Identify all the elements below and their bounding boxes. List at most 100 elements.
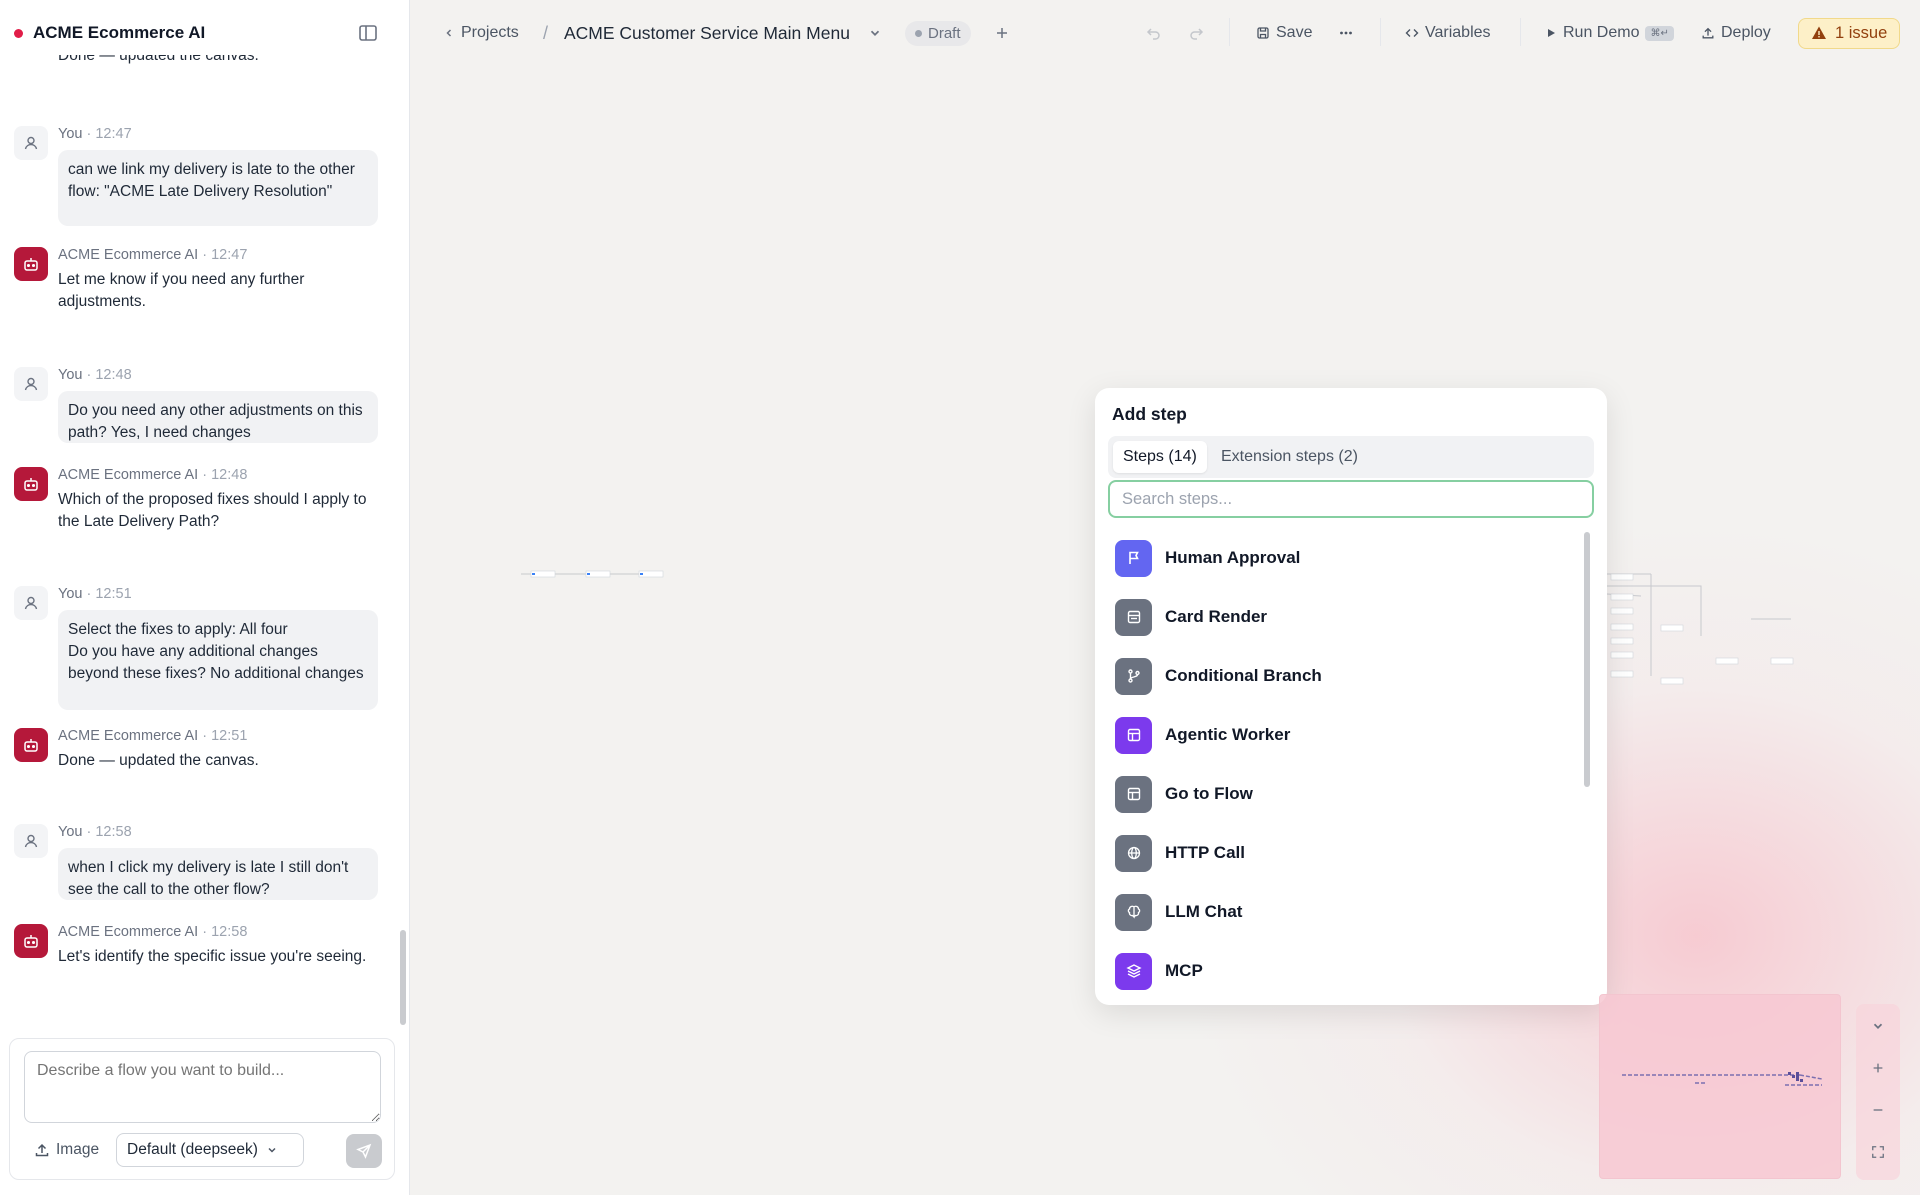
message-bubble: Select the fixes to apply: All four Do y… xyxy=(58,610,378,710)
step-label: LLM Chat xyxy=(1165,902,1243,921)
message-text: Which of the proposed fixes should I app… xyxy=(58,491,367,530)
upload-icon xyxy=(1702,27,1714,39)
flow-canvas[interactable]: Add step Steps (14) Extension steps (2) … xyxy=(411,66,1920,1195)
chat-history[interactable]: Done — updated the canvas. You · 12:47 c… xyxy=(0,55,400,1025)
issues-button[interactable]: 1 issue xyxy=(1798,0,1901,66)
step-label: HTTP Call xyxy=(1165,843,1245,862)
step-item-conditional-branch[interactable]: Conditional Branch xyxy=(1108,652,1568,700)
flow-title[interactable]: ACME Customer Service Main Menu xyxy=(564,0,850,66)
step-item-card-render[interactable]: Card Render xyxy=(1108,593,1568,641)
run-demo-label: Run Demo xyxy=(1563,24,1640,41)
sidebar-toggle-icon[interactable] xyxy=(357,22,379,44)
variables-button[interactable]: Variables xyxy=(1405,0,1491,66)
prompt-input[interactable] xyxy=(24,1051,381,1123)
step-item-human-approval[interactable]: Human Approval xyxy=(1108,534,1568,582)
step-item-llm-chat[interactable]: LLM Chat xyxy=(1108,888,1568,936)
chevron-down-icon xyxy=(268,1147,276,1153)
bot-avatar-icon xyxy=(14,924,48,958)
step-label: Go to Flow xyxy=(1165,784,1253,803)
step-item-http-call[interactable]: HTTP Call xyxy=(1108,829,1568,877)
chevron-down-icon[interactable] xyxy=(1866,1014,1890,1038)
undo-icon[interactable] xyxy=(1146,0,1162,66)
tab-extension-steps[interactable]: Extension steps (2) xyxy=(1211,441,1368,473)
message-meta: You · 12:58 xyxy=(58,824,132,840)
step-list[interactable]: Human Approval Card Render Conditional B… xyxy=(1108,528,1578,1003)
globe-icon xyxy=(1115,834,1152,872)
bot-avatar-icon xyxy=(14,467,48,501)
chevron-left-icon xyxy=(446,29,452,37)
upload-icon xyxy=(35,1143,49,1157)
run-demo-shortcut: ⌘↵ xyxy=(1645,25,1674,41)
model-select[interactable]: Default (deepseek) xyxy=(116,1133,304,1167)
add-icon[interactable] xyxy=(994,0,1010,66)
message-meta: You · 12:48 xyxy=(58,367,132,383)
image-button-label: Image xyxy=(56,1141,100,1158)
user-avatar-icon xyxy=(14,126,48,160)
draft-label: Draft xyxy=(928,24,961,42)
step-item-agentic-worker[interactable]: Agentic Worker xyxy=(1108,711,1568,759)
tab-steps[interactable]: Steps (14) xyxy=(1113,441,1207,473)
more-options-icon[interactable] xyxy=(1338,0,1354,66)
draft-badge: Draft xyxy=(905,0,971,66)
step-label: Human Approval xyxy=(1165,548,1301,567)
add-step-dialog: Add step Steps (14) Extension steps (2) … xyxy=(1095,388,1607,1005)
draft-dot xyxy=(915,29,922,37)
bot-avatar-icon xyxy=(14,728,48,762)
step-label: Agentic Worker xyxy=(1165,725,1291,744)
save-button[interactable]: Save xyxy=(1256,0,1312,66)
search-steps-input[interactable] xyxy=(1108,480,1594,518)
message-meta: You · 12:47 xyxy=(58,126,132,142)
step-label: MCP xyxy=(1165,961,1203,980)
step-item-go-to-flow[interactable]: Go to Flow xyxy=(1108,770,1568,818)
message-text: Let's identify the specific issue you're… xyxy=(58,948,367,965)
zoom-in-icon[interactable] xyxy=(1866,1056,1890,1080)
toolbar-divider xyxy=(1520,18,1521,46)
save-label: Save xyxy=(1276,24,1313,41)
bot-avatar-icon xyxy=(14,247,48,281)
back-label: Projects xyxy=(461,24,519,41)
zoom-out-icon[interactable] xyxy=(1866,1098,1890,1122)
step-list-scrollbar[interactable] xyxy=(1584,532,1590,787)
flow-menu-chevron-icon[interactable] xyxy=(868,0,882,66)
code-icon xyxy=(1405,29,1419,37)
step-label: Conditional Branch xyxy=(1165,666,1322,685)
message-bubble: can we link my delivery is late to the o… xyxy=(58,150,378,226)
branch-icon xyxy=(1115,657,1152,695)
message-meta: ACME Ecommerce AI · 12:48 xyxy=(58,467,248,483)
fit-view-icon[interactable] xyxy=(1866,1140,1890,1164)
breadcrumb-separator: / xyxy=(543,22,549,43)
chat-sidebar: ACME Ecommerce AI Done — updated the can… xyxy=(0,0,410,1195)
message-meta: You · 12:51 xyxy=(58,586,132,602)
layout-icon xyxy=(1115,716,1152,754)
message-meta: ACME Ecommerce AI · 12:58 xyxy=(58,924,248,940)
message-meta: ACME Ecommerce AI · 12:47 xyxy=(58,247,248,263)
canvas-minimap[interactable] xyxy=(1599,994,1841,1179)
message-text: Let me know if you need any further adju… xyxy=(58,271,305,310)
step-item-mcp[interactable]: MCP xyxy=(1108,947,1568,995)
layout-icon xyxy=(1115,775,1152,813)
toolbar-divider xyxy=(1229,18,1230,46)
back-to-projects-link[interactable]: Projects xyxy=(443,0,519,66)
chat-scrollbar[interactable] xyxy=(400,930,406,1025)
partial-message: Done — updated the canvas. xyxy=(58,55,259,64)
variables-label: Variables xyxy=(1425,24,1491,41)
flag-icon xyxy=(1115,539,1152,577)
redo-icon[interactable] xyxy=(1188,0,1204,66)
warning-icon xyxy=(1812,26,1826,39)
deploy-button[interactable]: Deploy xyxy=(1701,0,1771,66)
image-upload-button[interactable]: Image xyxy=(34,1141,99,1159)
run-demo-button[interactable]: Run Demo ⌘↵ xyxy=(1545,0,1674,66)
issue-label: 1 issue xyxy=(1835,23,1888,42)
layers-icon xyxy=(1115,952,1152,990)
top-toolbar: Projects / ACME Customer Service Main Me… xyxy=(411,0,1920,66)
message-text: Done — updated the canvas. xyxy=(58,752,259,769)
send-button[interactable] xyxy=(346,1134,382,1168)
status-dot xyxy=(14,28,23,38)
send-icon xyxy=(356,1143,372,1159)
save-icon xyxy=(1257,27,1269,39)
model-select-label: Default (deepseek) xyxy=(127,1141,258,1158)
brain-icon xyxy=(1115,893,1152,931)
app-title: ACME Ecommerce AI xyxy=(33,23,206,42)
deploy-label: Deploy xyxy=(1721,24,1771,41)
message-meta: ACME Ecommerce AI · 12:51 xyxy=(58,728,248,744)
